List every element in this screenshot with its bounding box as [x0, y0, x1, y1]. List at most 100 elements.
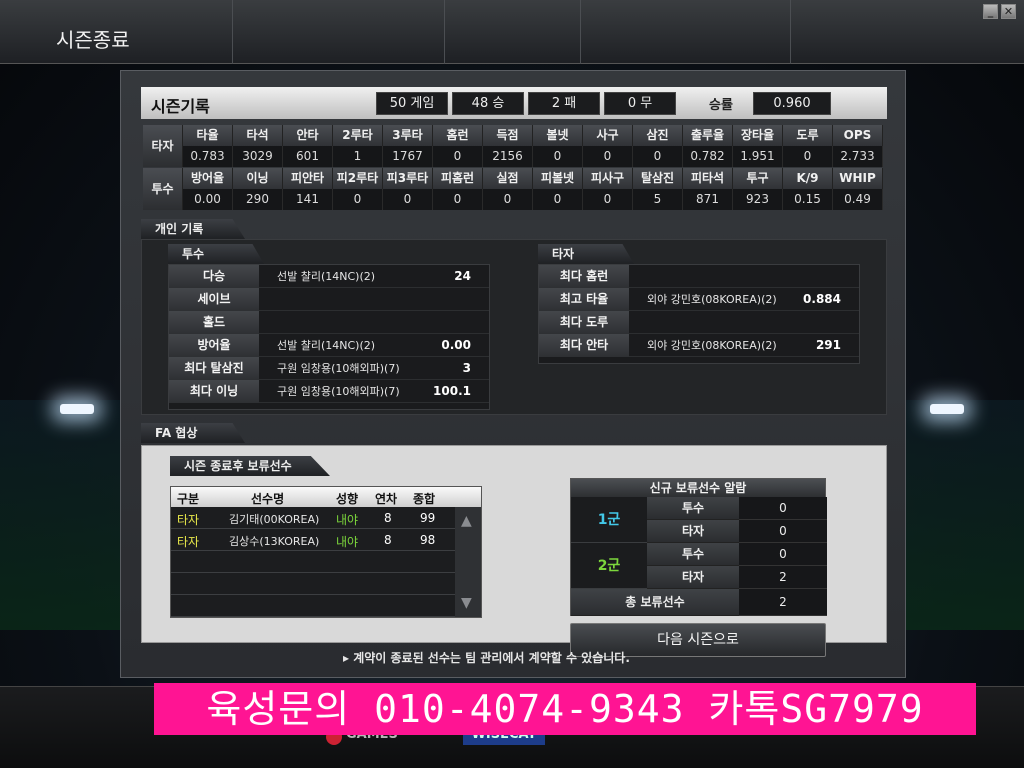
- row-total: 98: [420, 533, 436, 547]
- batting-stat-cell: 출루율 0.782: [683, 125, 733, 167]
- stat-value: 0: [633, 146, 683, 167]
- tab-fa-negotiation[interactable]: FA 협상: [141, 423, 245, 443]
- tab-personal-record[interactable]: 개인 기록: [141, 219, 245, 239]
- stat-header: 피사구: [583, 168, 633, 189]
- group-2-label: 2군: [571, 543, 647, 589]
- stat-header: 방어율: [183, 168, 233, 189]
- stat-value: 141: [283, 189, 333, 210]
- table-row[interactable]: 타자 김상수(13KOREA) 내야 8 98: [171, 529, 455, 551]
- record-value: [419, 311, 471, 334]
- pitching-stat-cell: 투구 923: [733, 168, 783, 210]
- pitching-stat-cell: 피2루타 0: [333, 168, 383, 210]
- pitching-stat-cell: 피홈런 0: [433, 168, 483, 210]
- col-type: 구분: [177, 492, 200, 506]
- record-player: 선발 챨리(14NC)(2): [277, 270, 376, 283]
- stat-value: 0: [583, 189, 633, 210]
- reserve-player-list: 구분 선수명 성향 연차 종합 타자 김기태(00KOREA) 내야 8 99 타자 김상수…: [170, 486, 482, 618]
- title-bar: 시즌종료 _ ✕: [0, 0, 1024, 64]
- win-rate-label: 승률: [709, 98, 733, 113]
- stadium-light: [930, 404, 964, 414]
- row-type: 타자: [177, 535, 200, 549]
- stat-value: 871: [683, 189, 733, 210]
- contract-notice: ▸ 계약이 종료된 선수는 팀 관리에서 계약할 수 있습니다.: [343, 651, 630, 665]
- record-player: 선발 챨리(14NC)(2): [277, 339, 376, 352]
- record-key: 방어율: [169, 334, 259, 357]
- stat-header: WHIP: [833, 168, 883, 189]
- stat-value: 290: [233, 189, 283, 210]
- window-title: 시즌종료: [56, 28, 130, 52]
- list-header: 구분 선수명 성향 연차 종합: [171, 487, 481, 507]
- pitching-stat-cell: 실점 0: [483, 168, 533, 210]
- minimize-button[interactable]: _: [983, 4, 998, 19]
- table-row[interactable]: 타자 김기태(00KOREA) 내야 8 99: [171, 507, 455, 529]
- stat-header: K/9: [783, 168, 833, 189]
- stat-header: 피볼넷: [533, 168, 583, 189]
- divider: [790, 0, 791, 64]
- batting-side-label: 타자: [143, 125, 183, 167]
- stat-header: OPS: [833, 125, 883, 146]
- scroll-up-icon[interactable]: ▲: [461, 513, 472, 529]
- record-key: 최다 안타: [539, 334, 629, 357]
- record-value: 100.1: [433, 384, 471, 398]
- pitching-side-label: 투수: [143, 168, 183, 210]
- row-year: 8: [384, 511, 392, 525]
- pitcher-record-table: 다승 선발 챨리(14NC)(2) 24 세이브 홀드 방어율 선발 챨리(14NC)(2)…: [168, 264, 490, 410]
- losses-count: 2 패: [528, 92, 600, 115]
- empty-row: [171, 573, 455, 595]
- batting-stat-cell: 홈런 0: [433, 125, 483, 167]
- g1-pitcher-value: 0: [739, 497, 827, 520]
- record-player: 구원 임창용(10해외파)(7): [277, 385, 400, 398]
- batting-stat-cell: 장타율 1.951: [733, 125, 783, 167]
- scroll-down-icon[interactable]: ▼: [461, 595, 472, 611]
- pitching-stat-cell: WHIP 0.49: [833, 168, 883, 210]
- col-tendency: 성향: [336, 492, 359, 506]
- batting-stat-cell: 사구 0: [583, 125, 633, 167]
- stat-value: 3029: [233, 146, 283, 167]
- stat-value: 2156: [483, 146, 533, 167]
- row-total: 99: [420, 511, 436, 525]
- batting-stat-cell: 3루타 1767: [383, 125, 433, 167]
- stat-header: 도루: [783, 125, 833, 146]
- personal-record-section: 투수 다승 선발 챨리(14NC)(2) 24 세이브 홀드 방어율 선발 챨리(14NC)…: [141, 239, 887, 415]
- record-row: 최다 도루: [539, 311, 859, 334]
- batter-tab: 타자: [538, 244, 634, 264]
- stat-value: 0: [533, 189, 583, 210]
- stat-header: 삼진: [633, 125, 683, 146]
- record-row: 최고 타율 외야 강민호(08KOREA)(2) 0.884: [539, 288, 859, 311]
- row-name: 김기태(00KOREA): [229, 513, 320, 526]
- pitching-stats-row: 투수 방어율 0.00 이닝 290 피안타 141 피2루타 0 피3루타 0 피홈런 0 실점 0 피볼…: [143, 168, 885, 210]
- group-1-label: 1군: [571, 497, 647, 543]
- record-key: 최고 타율: [539, 288, 629, 311]
- stat-header: 피안타: [283, 168, 333, 189]
- games-count: 50 게임: [376, 92, 448, 115]
- record-value: 291: [815, 338, 841, 352]
- stat-value: 0: [533, 146, 583, 167]
- stat-header: 홈런: [433, 125, 483, 146]
- empty-row: [171, 595, 455, 617]
- stat-header: 피타석: [683, 168, 733, 189]
- stat-value: 0.783: [183, 146, 233, 167]
- pitching-stat-cell: 탈삼진 5: [633, 168, 683, 210]
- stat-header: 장타율: [733, 125, 783, 146]
- stat-header: 이닝: [233, 168, 283, 189]
- new-reserve-alarm: 신규 보류선수 알람 1군 투수 0 타자 0 2군 투수 0 타자 2 총 보…: [570, 478, 827, 616]
- stat-header: 투구: [733, 168, 783, 189]
- stat-value: 0: [483, 189, 533, 210]
- record-row: 최다 홈런: [539, 265, 859, 288]
- record-row: 최다 이닝 구원 임창용(10해외파)(7) 100.1: [169, 380, 489, 403]
- close-button[interactable]: ✕: [1001, 4, 1016, 19]
- g1-batter-label: 타자: [647, 520, 739, 543]
- row-tendency: 내야: [336, 535, 359, 549]
- divider: [232, 0, 233, 64]
- record-row: 방어율 선발 챨리(14NC)(2) 0.00: [169, 334, 489, 357]
- stat-value: 1: [333, 146, 383, 167]
- alarm-title: 신규 보류선수 알람: [571, 479, 825, 497]
- pitching-stat-cell: 피3루타 0: [383, 168, 433, 210]
- stat-value: 0: [433, 189, 483, 210]
- stadium-right: [904, 400, 1024, 630]
- season-record-label: 시즌기록: [151, 97, 210, 116]
- list-scrollbar[interactable]: ▲ ▼: [455, 507, 481, 617]
- record-value: 24: [454, 269, 471, 283]
- app-window: 시즌종료 _ ✕ 시즌기록 50 게임 48 승 2 패 0 무 승률 0.96…: [0, 0, 1024, 768]
- season-record-header: 시즌기록 50 게임 48 승 2 패 0 무 승률 0.960: [141, 87, 887, 119]
